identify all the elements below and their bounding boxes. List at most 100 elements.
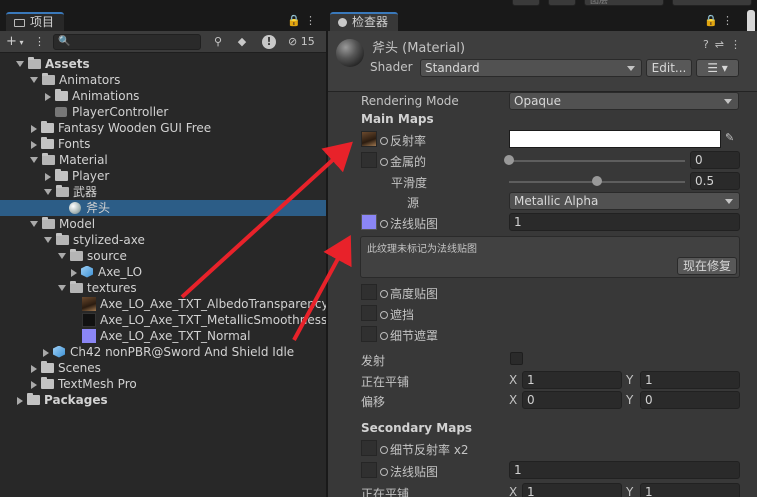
detail-albedo-texture-slot[interactable] <box>361 440 377 456</box>
toolbar-button[interactable] <box>512 0 540 6</box>
tree-item-fantasy-gui[interactable]: Fantasy Wooden GUI Free <box>0 120 326 136</box>
tab-inspector[interactable]: 检查器 <box>330 12 399 31</box>
tree-item-axe-lo[interactable]: Axe_LO <box>0 264 326 280</box>
collapse-arrow-icon[interactable] <box>45 172 51 181</box>
panel-options[interactable]: 🔒⋮ <box>287 14 320 27</box>
tree-item-textmesh-pro[interactable]: TextMesh Pro <box>0 376 326 392</box>
rendering-mode-dropdown[interactable]: Opaque <box>509 92 739 110</box>
albedo-texture-slot[interactable] <box>361 131 377 147</box>
object-picker-icon[interactable] <box>380 468 388 476</box>
height-map-texture-slot[interactable] <box>361 284 377 300</box>
collapse-arrow-icon[interactable] <box>31 364 37 373</box>
offset-y-field[interactable]: 0 <box>640 391 740 409</box>
tree-item-textures[interactable]: textures <box>0 280 326 296</box>
offset-x-field[interactable]: 0 <box>522 391 622 409</box>
texture-thumbnail-icon <box>82 312 96 327</box>
preset-icon[interactable]: ⇌ <box>715 38 730 51</box>
search-by-label-icon[interactable]: ◆ <box>235 35 249 49</box>
expand-arrow-icon[interactable] <box>30 76 38 83</box>
metallic-slider-track[interactable] <box>509 160 685 162</box>
collapse-arrow-icon[interactable] <box>31 140 37 149</box>
tree-item-animations[interactable]: Animations <box>0 88 326 104</box>
tree-item-assets[interactable]: Assets <box>0 56 326 72</box>
albedo-color-field[interactable] <box>509 130 721 148</box>
tree-item-stylized-axe[interactable]: stylized-axe <box>0 232 326 248</box>
tree-item-normal-texture[interactable]: Axe_LO_Axe_TXT_Normal <box>0 328 326 344</box>
object-picker-icon[interactable] <box>380 446 388 454</box>
help-icon[interactable]: ? <box>703 38 715 51</box>
tab-project[interactable]: 项目 <box>6 12 65 31</box>
collapse-arrow-icon[interactable] <box>45 92 51 101</box>
panel-options[interactable]: 🔒⋮ <box>704 14 737 27</box>
more-options-icon[interactable]: ⋮ <box>34 33 45 51</box>
search-by-type-icon[interactable]: ⚲ <box>211 35 225 49</box>
expand-arrow-icon[interactable] <box>58 252 66 259</box>
search-toolbar-button[interactable] <box>548 0 576 6</box>
object-picker-icon[interactable] <box>380 311 388 319</box>
occlusion-texture-slot[interactable] <box>361 305 377 321</box>
tree-item-player[interactable]: Player <box>0 168 326 184</box>
eyedropper-icon[interactable]: ✎ <box>725 131 739 145</box>
tree-item-material[interactable]: Material <box>0 152 326 168</box>
collapse-arrow-icon[interactable] <box>31 124 37 133</box>
metallic-slider-handle[interactable] <box>504 155 514 165</box>
tree-item-weapons[interactable]: 武器 <box>0 184 326 200</box>
normal-map-scale-field[interactable]: 1 <box>509 213 740 231</box>
collapse-arrow-icon[interactable] <box>17 396 23 405</box>
tree-item-axe-material[interactable]: 斧头 <box>0 200 326 216</box>
secondary-normal-scale-field[interactable]: 1 <box>509 461 740 479</box>
hidden-packages-toggle[interactable]: ⊘ 15 <box>288 35 324 49</box>
fix-now-button[interactable]: 现在修复 <box>677 257 737 275</box>
expand-arrow-icon[interactable] <box>30 156 38 163</box>
object-picker-icon[interactable] <box>380 332 388 340</box>
offset-label: 偏移 <box>361 395 386 409</box>
log-icon[interactable]: ! <box>262 35 276 49</box>
shader-dropdown[interactable]: Standard <box>420 59 642 77</box>
kebab-menu-icon[interactable]: ⋮ <box>730 38 747 51</box>
tree-item-source[interactable]: source <box>0 248 326 264</box>
metallic-texture-slot[interactable] <box>361 152 377 168</box>
object-picker-icon[interactable] <box>380 137 388 145</box>
normal-map-label: 法线贴图 <box>380 215 438 232</box>
tree-item-fonts[interactable]: Fonts <box>0 136 326 152</box>
offset-y-label: Y <box>626 393 634 407</box>
collapse-arrow-icon[interactable] <box>43 348 49 357</box>
edit-shader-button[interactable]: Edit... <box>646 59 692 77</box>
emission-checkbox[interactable] <box>510 352 523 365</box>
detail-mask-texture-slot[interactable] <box>361 326 377 342</box>
secondary-tiling-y-field[interactable]: 1 <box>640 483 740 497</box>
tree-item-packages[interactable]: Packages <box>0 392 326 408</box>
material-preview-sphere <box>336 39 364 67</box>
layout-dropdown[interactable] <box>672 0 752 6</box>
object-picker-icon[interactable] <box>380 290 388 298</box>
folder-icon <box>55 88 68 101</box>
tree-item-animators[interactable]: Animators <box>0 72 326 88</box>
metallic-value-field[interactable]: 0 <box>690 151 740 169</box>
search-input[interactable]: 🔍 <box>53 34 201 50</box>
tree-item-ch42[interactable]: Ch42 nonPBR@Sword And Shield Idle <box>0 344 326 360</box>
expand-arrow-icon[interactable] <box>58 284 66 291</box>
expand-arrow-icon[interactable] <box>16 60 24 67</box>
tree-item-model[interactable]: Model <box>0 216 326 232</box>
expand-arrow-icon[interactable] <box>44 236 52 243</box>
tree-item-albedo-texture[interactable]: Axe_LO_Axe_TXT_AlbedoTransparency <box>0 296 329 312</box>
collapse-arrow-icon[interactable] <box>31 380 37 389</box>
tree-item-scenes[interactable]: Scenes <box>0 360 326 376</box>
expand-arrow-icon[interactable] <box>44 188 52 195</box>
source-dropdown[interactable]: Metallic Alpha <box>509 192 740 210</box>
tiling-x-field[interactable]: 1 <box>522 371 622 389</box>
object-picker-icon[interactable] <box>380 158 388 166</box>
expand-arrow-icon[interactable] <box>30 220 38 227</box>
tree-item-metallic-texture[interactable]: Axe_LO_Axe_TXT_MetallicSmoothness <box>0 312 327 328</box>
create-button[interactable]: + ▾ <box>6 33 23 52</box>
smoothness-slider-handle[interactable] <box>592 176 602 186</box>
collapse-arrow-icon[interactable] <box>71 268 77 277</box>
smoothness-value-field[interactable]: 0.5 <box>690 172 740 190</box>
secondary-normal-texture-slot[interactable] <box>361 462 377 478</box>
shader-options-button[interactable]: ☰ ▾ <box>696 59 739 77</box>
tiling-y-field[interactable]: 1 <box>640 371 740 389</box>
object-picker-icon[interactable] <box>380 220 388 228</box>
tree-item-playercontroller[interactable]: PlayerController <box>0 104 326 120</box>
secondary-tiling-x-field[interactable]: 1 <box>522 483 622 497</box>
normal-map-texture-slot[interactable] <box>361 214 377 230</box>
